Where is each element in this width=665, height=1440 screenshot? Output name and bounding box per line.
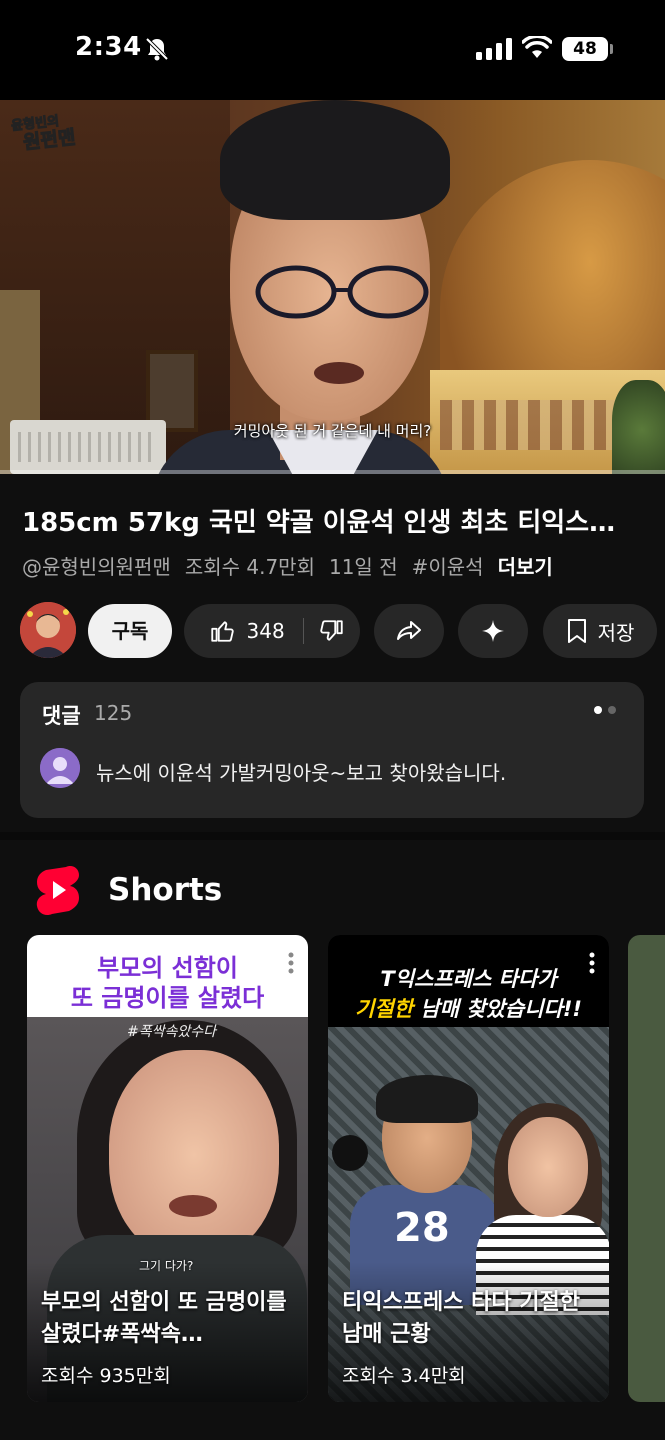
status-time: 2:34 (75, 32, 142, 62)
save-button[interactable]: 저장 (543, 604, 657, 658)
more-vert-icon[interactable] (286, 951, 296, 975)
short2-views: 조회수 3.4만회 (342, 1365, 466, 1387)
video-caption: 커밍아웃 된 거 같은데 내 머리? (233, 422, 432, 440)
short-card-1[interactable]: #폭싹속았수다 그기 다가? 부모의 선함이 또 금명이를 살렸다 부모의 선함… (27, 935, 308, 1402)
wifi-icon (522, 36, 552, 58)
short2-banner: T익스프레스 타다가 기절한 남매 찾았습니다!! (328, 935, 609, 1027)
more-vert-icon[interactable] (587, 951, 597, 975)
comments-title: 댓글 (42, 704, 81, 728)
share-button[interactable] (374, 604, 444, 658)
battery-cap (610, 44, 613, 54)
like-button[interactable]: 348 (185, 604, 303, 658)
short1-title: 부모의 선함이 또 금명이를 살렸다#폭싹속… (41, 1290, 287, 1347)
video-title[interactable]: 185cm 57kg 국민 약골 이윤석 인생 최초 티익스… (22, 502, 652, 539)
top-comment-text: 뉴스에 이윤석 가발커밍아웃~보고 찾아왔습니다. (96, 761, 507, 785)
view-count: 조회수 4.7만회 (184, 555, 315, 579)
like-count: 348 (246, 619, 285, 643)
short2-microphone (332, 1135, 368, 1171)
share-icon (397, 621, 421, 640)
short1-banner-line2: 또 금명이를 살렸다 (70, 984, 265, 1012)
short2-banner-line1: T익스프레스 타다가 (380, 967, 557, 991)
like-dislike-group: 348 (184, 604, 360, 658)
video-person-hair (220, 100, 450, 220)
video-player[interactable]: 윤형빈의 원펀맨 커밍아웃 된 거 같은데 내 머리? (0, 100, 665, 474)
battery-icon: 48 (562, 37, 608, 61)
short-card-2[interactable]: 28 T익스프레스 타다가 기절한 남매 찾았습니다!! 티익스프레스 타다 기… (328, 935, 609, 1402)
ask-ai-button[interactable] (458, 604, 528, 658)
short2-banner-line2: 기절한 남매 찾았습니다!! (328, 993, 609, 1023)
short1-banner-line1: 부모의 선함이 (97, 954, 238, 982)
channel-handle[interactable]: @윤형빈의원펀맨 (22, 551, 171, 580)
hashtag-link[interactable]: #이윤석 (412, 551, 484, 580)
thumbs-up-icon (210, 621, 234, 642)
subscribe-button[interactable]: 구독 (88, 604, 172, 658)
short2-banner-highlight: 기절한 (355, 997, 413, 1021)
short2-banner-rest: 남매 찾았습니다!! (412, 997, 582, 1021)
default-avatar-icon (40, 748, 80, 788)
short2-boy-hair (376, 1075, 478, 1123)
video-person-mouth (314, 362, 364, 384)
more-button[interactable]: 더보기 (498, 551, 553, 580)
section-separator (0, 832, 665, 840)
status-bar: 2:34 48 (0, 0, 665, 100)
channel-avatar[interactable] (20, 602, 76, 658)
commenter-avatar (40, 748, 80, 788)
short1-mouth (169, 1195, 217, 1217)
video-meta[interactable]: @윤형빈의원펀맨 조회수 4.7만회 11일 전 #이윤석 더보기 (22, 551, 553, 580)
comments-count: 125 (94, 701, 133, 725)
short1-views: 조회수 935만회 (41, 1365, 171, 1387)
channel-watermark-logo: 윤형빈의 원펀맨 (10, 113, 77, 155)
short2-title: 티익스프레스 타다 기절한 남매 근황 (342, 1290, 580, 1347)
upload-age: 11일 전 (328, 555, 398, 579)
dislike-button[interactable] (304, 604, 360, 658)
comments-card[interactable]: 댓글 125 뉴스에 이윤석 가발커밍아웃~보고 찾아왔습니다. (20, 682, 644, 818)
short2-shirt-number: 28 (394, 1205, 450, 1251)
carousel-dots (594, 706, 616, 714)
short-card-3[interactable] (628, 935, 665, 1402)
save-label: 저장 (597, 620, 635, 645)
thumbs-down-icon (319, 620, 343, 641)
shorts-section-title: Shorts (108, 872, 223, 908)
short2-girl-face (508, 1117, 588, 1217)
channel-avatar-image (20, 602, 76, 658)
bookmark-icon (567, 619, 586, 643)
short1-banner: 부모의 선함이 또 금명이를 살렸다 (27, 935, 308, 1017)
bell-slash-icon (145, 37, 169, 61)
shorts-logo-icon (36, 865, 79, 916)
video-progress-bar[interactable] (0, 470, 665, 474)
sparkle-icon (482, 620, 504, 642)
signal-icon (476, 38, 512, 60)
video-person-glasses (255, 265, 429, 319)
short1-face (109, 1050, 279, 1260)
short1-hashtag-overlay: #폭싹속았수다 (127, 1024, 217, 1040)
carousel-dot (608, 706, 616, 714)
carousel-dot-active (594, 706, 602, 714)
